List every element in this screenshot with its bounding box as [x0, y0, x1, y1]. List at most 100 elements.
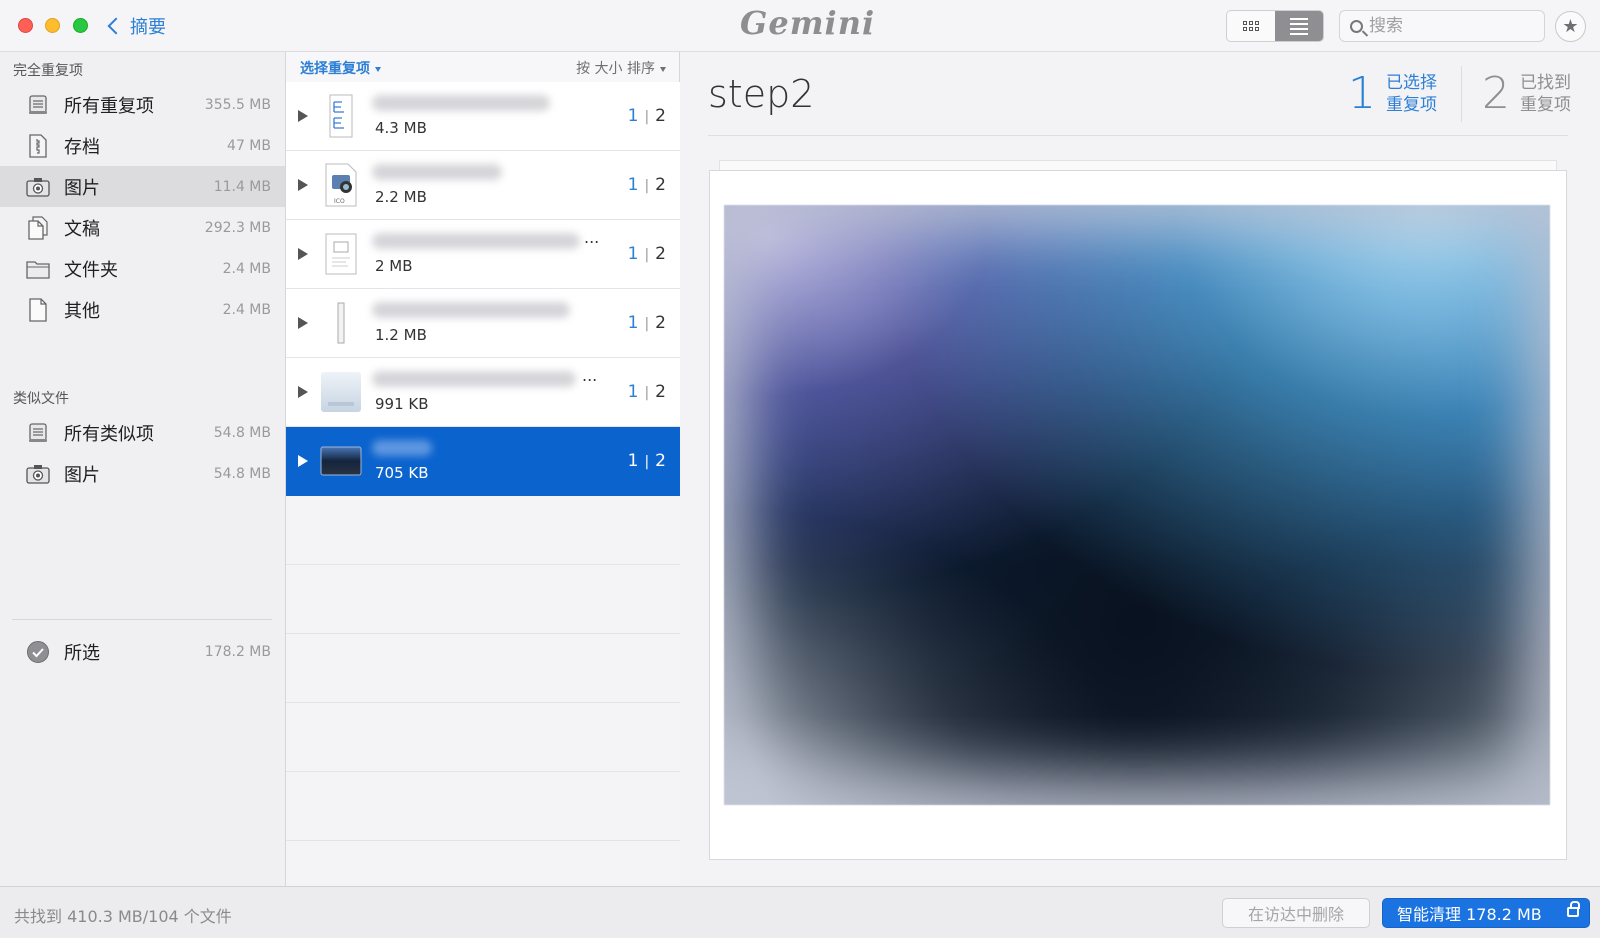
selected-duplicates-stat: 1 已选择 重复项 [1348, 68, 1437, 119]
disclosure-triangle-icon[interactable] [298, 317, 308, 329]
app-logo: Gemini [740, 4, 876, 42]
sidebar-item-label: 存档 [64, 136, 100, 158]
duplicate-counts: 1 | 2 [627, 244, 666, 264]
detail-title: step2 [708, 72, 815, 116]
back-label: 摘要 [130, 17, 166, 38]
name-ellipsis: ... [582, 366, 598, 385]
sidebar-item-label: 所选 [64, 642, 100, 664]
empty-row [286, 496, 680, 565]
list-header: 选择重复项 按 大小 排序 [286, 52, 680, 82]
empty-row [286, 841, 680, 886]
grid-icon [1243, 21, 1259, 31]
sidebar-item-size: 11.4 MB [213, 178, 271, 195]
sidebar-item-size: 178.2 MB [204, 643, 271, 660]
empty-row [286, 634, 680, 703]
duplicate-counts: 1 | 2 [627, 106, 666, 126]
file-name-redacted [372, 440, 432, 456]
list-item[interactable]: ... 2 MB 1 | 2 [286, 220, 680, 289]
sidebar-item-all-similar[interactable]: 所有类似项 54.8 MB [0, 412, 285, 453]
file-name-redacted [372, 164, 502, 180]
sidebar-item-size: 292.3 MB [204, 219, 271, 236]
sidebar-item-documents[interactable]: 文稿 292.3 MB [0, 207, 285, 248]
sort-label: 按 大小 排序 [576, 61, 655, 77]
window-maximize-button[interactable] [73, 18, 88, 33]
list-item[interactable]: 705 KB 1 | 2 [286, 427, 680, 496]
stack-icon [26, 93, 50, 117]
chevron-left-icon [107, 17, 125, 35]
duplicate-counts: 1 | 2 [627, 382, 666, 402]
sidebar-item-label: 文件夹 [64, 259, 118, 281]
disclosure-triangle-icon[interactable] [298, 386, 308, 398]
star-icon: ★ [1562, 16, 1579, 37]
favorite-button[interactable]: ★ [1555, 11, 1586, 42]
found-summary: 共找到 410.3 MB/104 个文件 [14, 907, 232, 926]
image-preview [724, 205, 1550, 805]
sidebar-item-label: 文稿 [64, 218, 100, 240]
document-thumbnail-icon [320, 230, 362, 278]
file-size: 2.2 MB [375, 188, 427, 206]
sidebar-item-selected[interactable]: 所选 178.2 MB [0, 631, 285, 672]
sidebar-item-folders[interactable]: 文件夹 2.4 MB [0, 248, 285, 289]
sidebar-item-size: 54.8 MB [213, 465, 271, 482]
name-ellipsis: ... [584, 228, 600, 247]
window-close-button[interactable] [18, 18, 33, 33]
view-mode-toggle [1226, 10, 1324, 42]
duplicate-list-pane: 选择重复项 按 大小 排序 4.3 MB 1 | 2 ICO 2.2 MB 1 | 2 … [286, 52, 680, 886]
empty-row [286, 772, 680, 841]
window-minimize-button[interactable] [45, 18, 60, 33]
folder-icon [26, 257, 50, 281]
found-label-line1: 已找到 [1520, 72, 1571, 93]
sidebar-item-label: 所有类似项 [64, 423, 154, 445]
camera-icon [26, 462, 50, 486]
disclosure-triangle-icon[interactable] [298, 110, 308, 122]
narrow-image-thumbnail-icon [320, 299, 362, 347]
found-duplicates-stat: 2 已找到 重复项 [1482, 68, 1571, 119]
preview-card[interactable] [709, 170, 1567, 860]
back-to-summary-button[interactable]: 摘要 [106, 13, 166, 39]
title-bar: 摘要 Gemini ★ [0, 0, 1600, 52]
list-item[interactable]: ... 991 KB 1 | 2 [286, 358, 680, 427]
sidebar-item-size: 2.4 MB [222, 260, 271, 277]
sidebar-item-size: 47 MB [227, 137, 271, 154]
smart-clean-button[interactable]: 智能清理 178.2 MB [1382, 898, 1590, 928]
document-icon [26, 215, 50, 240]
list-item[interactable]: 4.3 MB 1 | 2 [286, 82, 680, 151]
smart-clean-label: 智能清理 178.2 MB [1397, 905, 1542, 924]
image-thumbnail-icon [320, 368, 362, 416]
archive-icon [26, 133, 50, 158]
search-input[interactable] [1369, 16, 1529, 36]
file-size: 991 KB [375, 395, 429, 413]
file-size: 2 MB [375, 257, 413, 275]
checkmark-circle-icon [26, 640, 50, 664]
sidebar-item-label: 所有重复项 [64, 95, 154, 117]
empty-row [286, 565, 680, 634]
list-item[interactable]: ICO 2.2 MB 1 | 2 [286, 151, 680, 220]
file-size: 1.2 MB [375, 326, 427, 344]
select-duplicates-label: 选择重复项 [300, 61, 370, 77]
sidebar-item-archives[interactable]: 存档 47 MB [0, 125, 285, 166]
list-item[interactable]: 1.2 MB 1 | 2 [286, 289, 680, 358]
duplicate-counts: 1 | 2 [627, 175, 666, 195]
disclosure-triangle-icon[interactable] [298, 248, 308, 260]
disclosure-triangle-icon[interactable] [298, 179, 308, 191]
select-duplicates-menu[interactable]: 选择重复项 [300, 58, 381, 78]
sidebar-item-similar-images[interactable]: 图片 54.8 MB [0, 453, 285, 494]
grid-view-button[interactable] [1227, 11, 1275, 41]
delete-in-finder-button[interactable]: 在访达中删除 [1222, 898, 1370, 928]
sidebar-divider [12, 619, 272, 620]
disclosure-triangle-icon[interactable] [298, 455, 308, 467]
list-view-button[interactable] [1275, 11, 1323, 41]
sidebar-item-other[interactable]: 其他 2.4 MB [0, 289, 285, 330]
dropdown-arrow-icon [375, 66, 381, 72]
duplicate-counts: 1 | 2 [627, 451, 666, 471]
sidebar: 完全重复项 所有重复项 355.5 MB 存档 47 MB 图片 11.4 MB… [0, 52, 286, 886]
document-thumbnail-icon [320, 92, 362, 140]
camera-icon [26, 175, 50, 199]
duplicate-counts: 1 | 2 [627, 313, 666, 333]
section-title-duplicates: 完全重复项 [13, 63, 83, 79]
sidebar-item-size: 2.4 MB [222, 301, 271, 318]
sidebar-item-images[interactable]: 图片 11.4 MB [0, 166, 285, 207]
selected-count: 1 [1348, 68, 1376, 119]
sidebar-item-all-duplicates[interactable]: 所有重复项 355.5 MB [0, 84, 285, 125]
sort-menu[interactable]: 按 大小 排序 [576, 58, 666, 78]
